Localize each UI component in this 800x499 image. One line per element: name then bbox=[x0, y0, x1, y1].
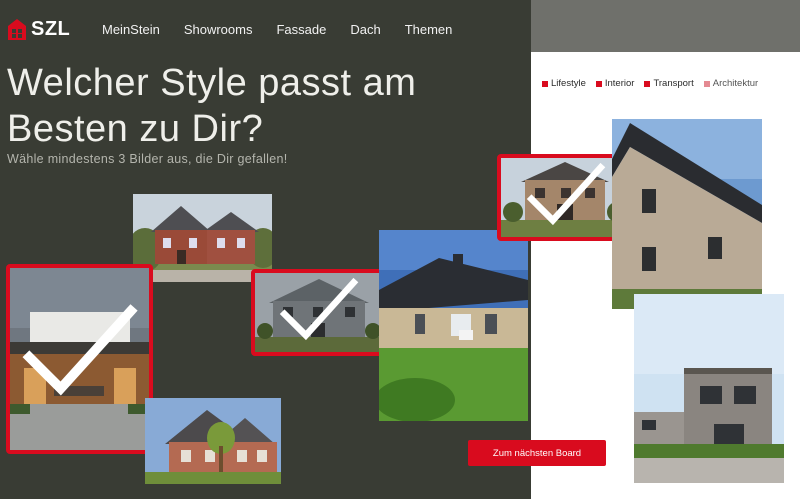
nav-item-showrooms[interactable]: Showrooms bbox=[184, 22, 253, 37]
tag-marker bbox=[703, 80, 710, 87]
tag-interior[interactable]: Interior bbox=[595, 78, 635, 89]
tag-architektur[interactable]: Architektur bbox=[703, 78, 759, 89]
tag-marker bbox=[595, 80, 602, 87]
house-image bbox=[133, 194, 272, 282]
tag-lifestyle[interactable]: Lifestyle bbox=[542, 78, 586, 89]
checkmark-icon bbox=[22, 304, 138, 396]
image-card-gray-villa[interactable] bbox=[251, 269, 387, 356]
checkmark-icon bbox=[526, 162, 605, 225]
house-image bbox=[145, 398, 281, 484]
tag-label: Interior bbox=[604, 78, 635, 89]
house-image bbox=[612, 119, 762, 309]
logo-text: SZL bbox=[31, 17, 71, 40]
tag-marker bbox=[542, 80, 548, 87]
top-right-bar bbox=[531, 0, 800, 52]
image-card-gray-brick-gable-house[interactable] bbox=[612, 119, 762, 309]
tag-label: Transport bbox=[653, 78, 694, 89]
tag-label: Architektur bbox=[712, 78, 759, 89]
image-card-red-brick-cottage[interactable] bbox=[145, 398, 281, 484]
nav-item-meinstein[interactable]: MeinStein bbox=[102, 22, 160, 37]
nav-item-dach[interactable]: Dach bbox=[350, 22, 380, 37]
logo-icon bbox=[8, 19, 26, 40]
page-subtitle: Wähle mindestens 3 Bilder aus, die Dir g… bbox=[7, 152, 288, 166]
image-card-red-brick-villa[interactable] bbox=[133, 194, 272, 282]
house-image bbox=[634, 294, 784, 483]
image-card-bungalow-dark-roof[interactable] bbox=[379, 230, 528, 421]
tag-transport[interactable]: Transport bbox=[644, 78, 694, 89]
image-card-modern-cube-house[interactable] bbox=[634, 294, 784, 483]
nav-item-themen[interactable]: Themen bbox=[405, 22, 453, 37]
next-board-button[interactable]: Zum nächsten Board bbox=[468, 440, 606, 466]
tag-label: Lifestyle bbox=[551, 78, 586, 89]
tag-marker bbox=[644, 80, 651, 87]
main-nav: MeinStein Showrooms Fassade Dach Themen bbox=[102, 22, 452, 37]
logo[interactable]: SZL bbox=[6, 16, 70, 42]
category-tags: Lifestyle Interior Transport Architektur bbox=[542, 78, 758, 89]
nav-item-fassade[interactable]: Fassade bbox=[276, 22, 326, 37]
page-title: Welcher Style passt am Besten zu Dir? bbox=[7, 62, 417, 150]
image-card-modern-house-night[interactable] bbox=[6, 264, 153, 454]
house-image bbox=[379, 230, 528, 421]
checkmark-icon bbox=[279, 277, 359, 340]
